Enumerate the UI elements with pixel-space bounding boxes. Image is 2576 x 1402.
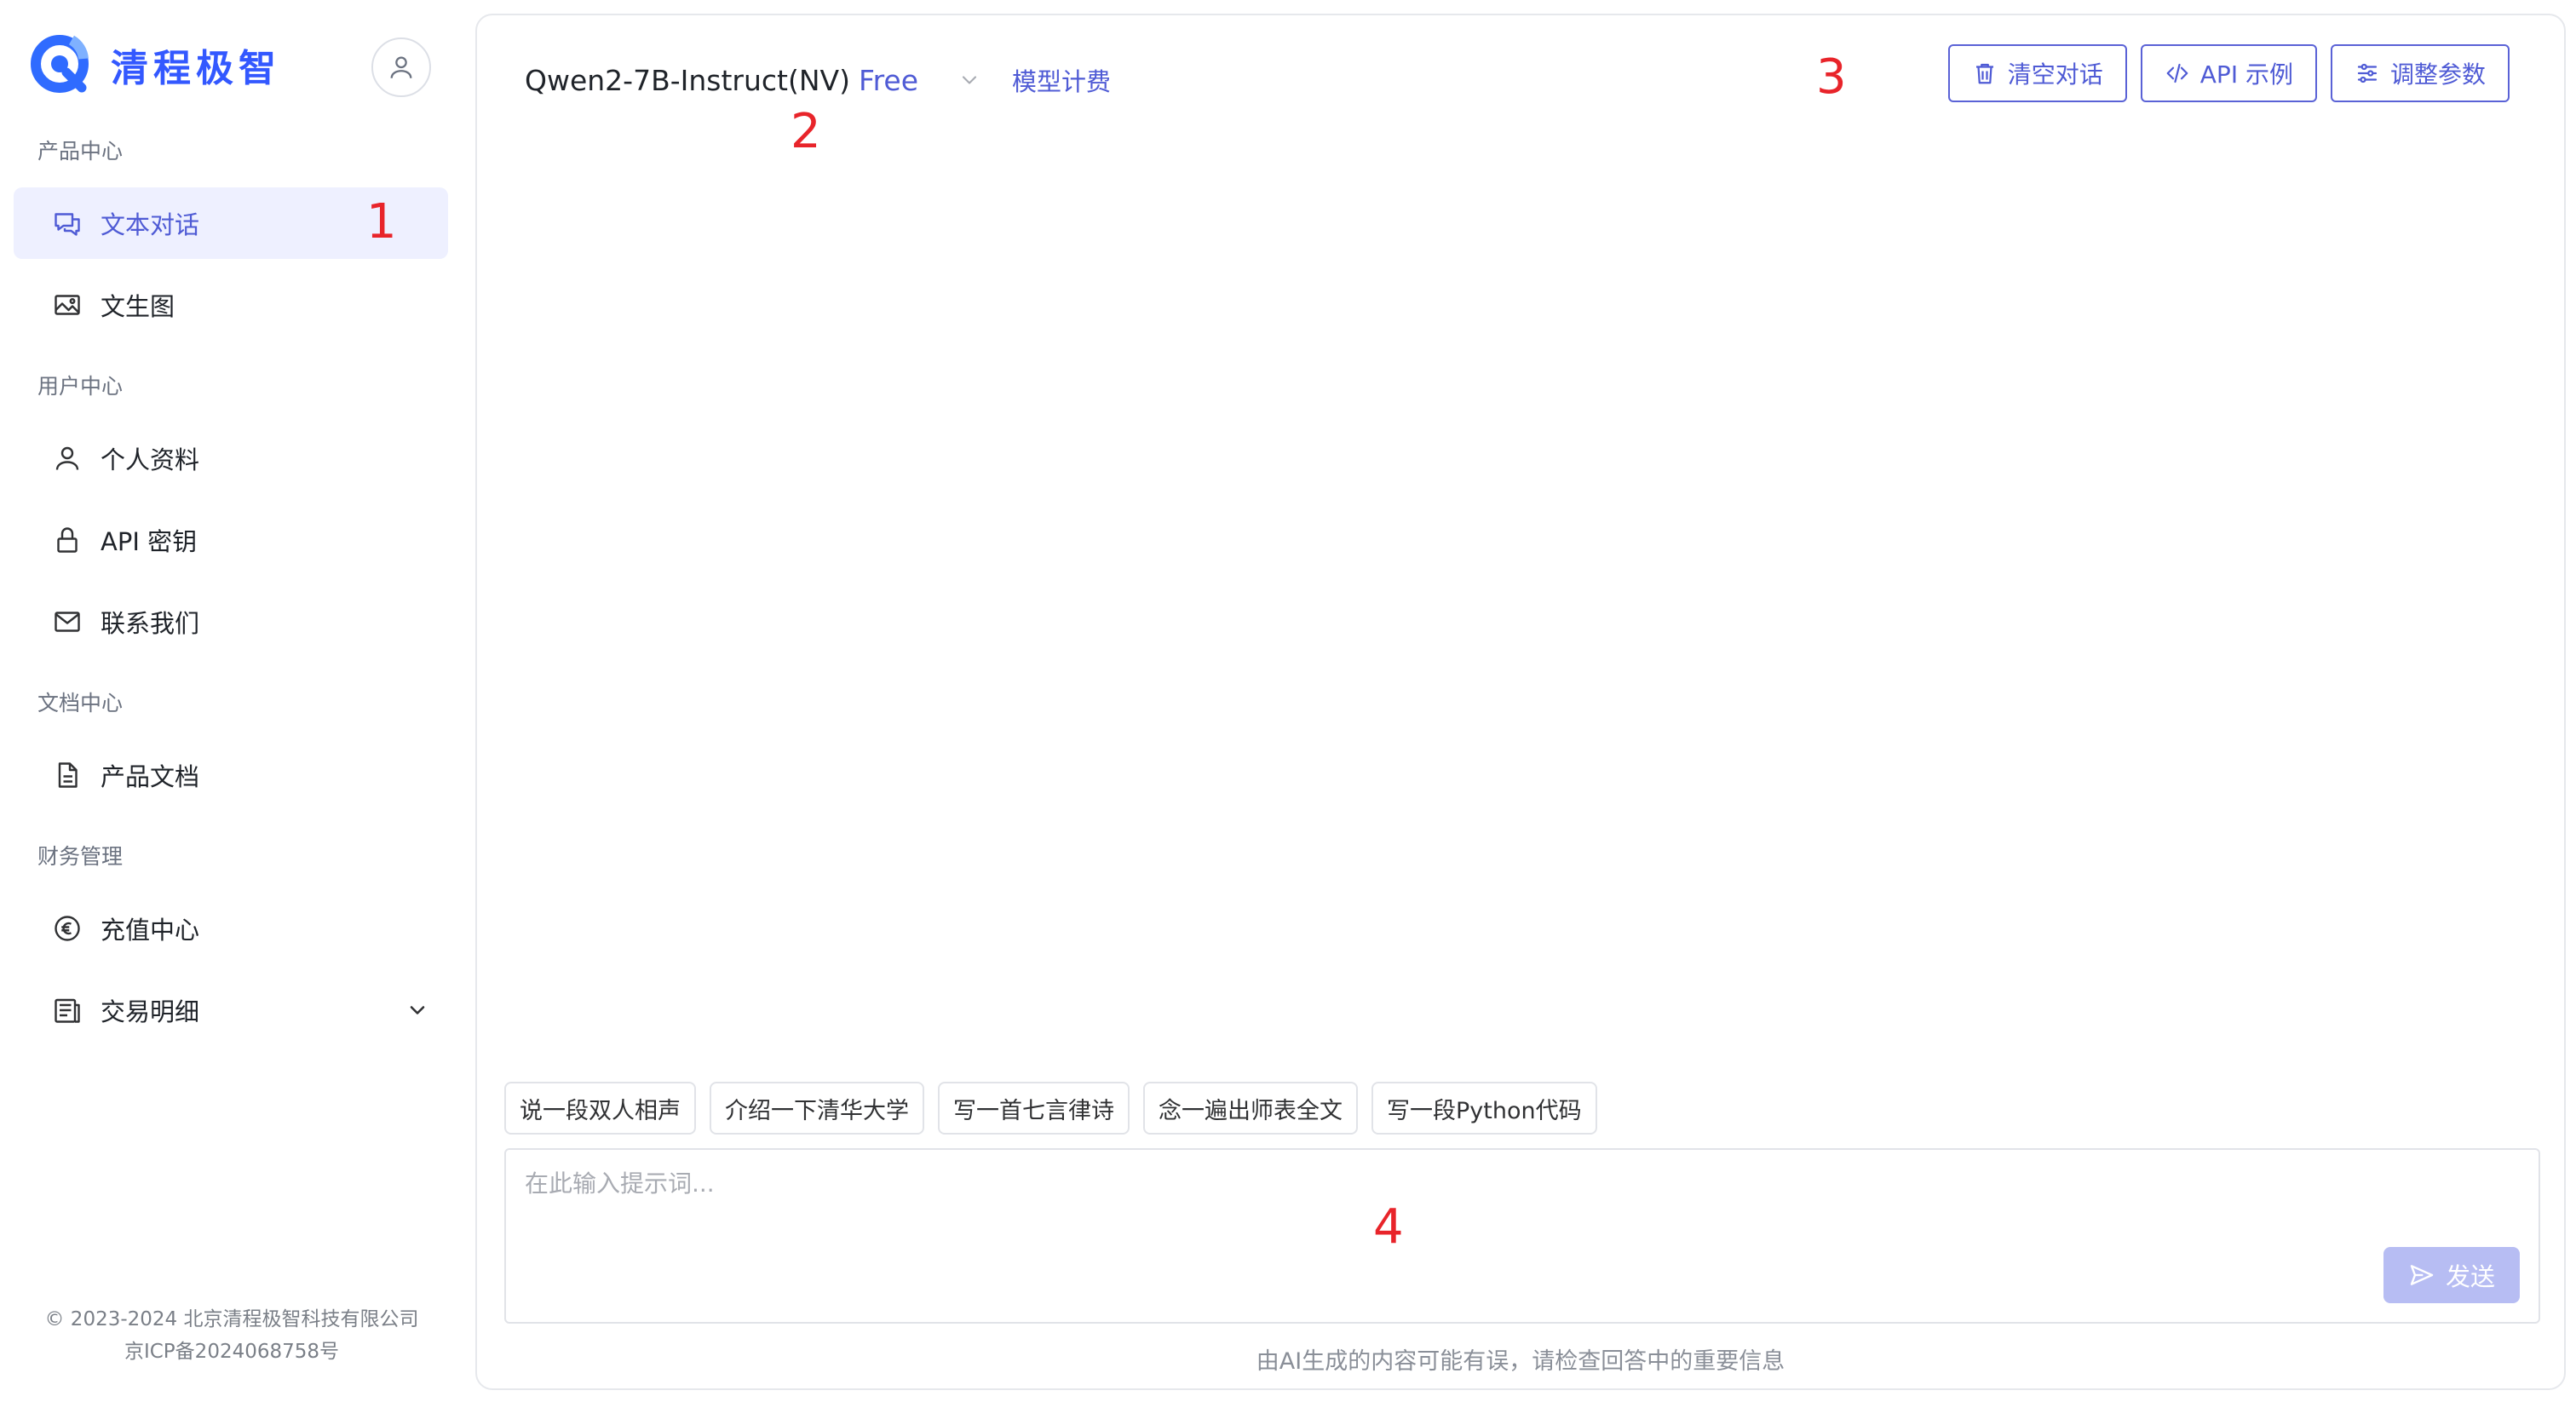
user-icon: [55, 446, 79, 470]
prompt-input[interactable]: [506, 1150, 2539, 1269]
code-icon: [2166, 63, 2188, 83]
sidebar-item-contact[interactable]: 联系我们: [14, 586, 448, 658]
sidebar-item-label: 文生图: [101, 292, 175, 321]
app-window: 清程极智 产品中心 文本对话 文生图 用户中心 个人资料 API 密钥 联系我们…: [0, 0, 2576, 1402]
mail-icon: [55, 612, 80, 632]
api-example-label: API 示例: [2199, 60, 2293, 89]
sidebar-item-recharge[interactable]: 充值中心: [14, 893, 448, 964]
send-label: 发送: [2445, 1262, 2495, 1291]
chat-panel: Qwen2-7B-Instruct(NV) Free 模型计费 2 3 清空对话…: [475, 14, 2566, 1390]
section-title-product: 产品中心: [37, 139, 124, 164]
image-icon: [55, 295, 80, 315]
sidebar-item-label: 产品文档: [101, 762, 200, 791]
sidebar-item-profile[interactable]: 个人资料: [14, 422, 448, 494]
sidebar-item-product-docs[interactable]: 产品文档: [14, 739, 448, 811]
document-icon: [58, 762, 78, 788]
model-pricing-link[interactable]: 模型计费: [1012, 62, 1111, 98]
euro-icon: [55, 916, 80, 941]
lock-icon: [57, 527, 78, 553]
sidebar-item-transactions[interactable]: 交易明细: [14, 974, 448, 1046]
brand-name: 清程极智: [111, 47, 281, 90]
sidebar-item-label: 交易明细: [101, 997, 200, 1026]
user-icon: [390, 56, 412, 78]
footer-copyright: © 2023-2024 北京清程极智科技有限公司 京ICP备2024068758…: [0, 1303, 463, 1368]
model-selector[interactable]: Qwen2-7B-Instruct(NV) Free 模型计费: [525, 56, 1111, 104]
section-title-user: 用户中心: [37, 374, 124, 399]
model-tag-free: Free: [858, 63, 919, 97]
sidebar-item-label: 充值中心: [101, 916, 200, 945]
sliders-icon: [2357, 63, 2378, 83]
clear-chat-button[interactable]: 清空对话: [1947, 44, 2127, 102]
annotation-2: 2: [791, 104, 821, 159]
adjust-params-button[interactable]: 调整参数: [2330, 44, 2510, 102]
send-button[interactable]: 发送: [2383, 1247, 2520, 1303]
trash-icon: [1975, 63, 1993, 84]
suggestion-chip[interactable]: 说一段双人相声: [504, 1082, 696, 1135]
annotation-1: 1: [366, 194, 397, 250]
section-title-finance: 财务管理: [37, 844, 124, 869]
suggestion-chip[interactable]: 写一首七言律诗: [938, 1082, 1130, 1135]
chevron-down-icon[interactable]: [405, 998, 429, 1022]
suggestion-chip[interactable]: 念一遍出师表全文: [1143, 1082, 1358, 1135]
model-name: Qwen2-7B-Instruct(NV): [525, 63, 850, 97]
adjust-params-label: 调整参数: [2389, 60, 2486, 89]
chevron-down-icon[interactable]: [957, 68, 981, 92]
suggestion-chip[interactable]: 介绍一下清华大学: [710, 1082, 924, 1135]
copyright-text: © 2023-2024 北京清程极智科技有限公司: [44, 1308, 419, 1330]
chat-toolbar: 清空对话 API 示例 调整参数: [1947, 44, 2510, 102]
icp-text: 京ICP备2024068758号: [124, 1341, 340, 1363]
api-example-button[interactable]: API 示例: [2140, 44, 2317, 102]
sidebar-item-text-to-image[interactable]: 文生图: [14, 269, 448, 341]
sidebar-item-label: 联系我们: [101, 609, 200, 638]
send-icon: [2410, 1265, 2434, 1285]
sidebar-item-label: 文本对话: [101, 210, 200, 239]
brand[interactable]: 清程极智: [29, 31, 281, 99]
sidebar-item-label: API 密钥: [101, 527, 198, 556]
clear-chat-label: 清空对话: [2007, 60, 2103, 89]
user-avatar-button[interactable]: [371, 37, 431, 97]
ledger-icon: [55, 998, 80, 1023]
ai-disclaimer: 由AI生成的内容可能有误，请检查回答中的重要信息: [1256, 1348, 1785, 1375]
suggestion-chip[interactable]: 写一段Python代码: [1371, 1082, 1597, 1135]
suggestion-chips: 说一段双人相声 介绍一下清华大学 写一首七言律诗 念一遍出师表全文 写一段Pyt…: [504, 1082, 1597, 1135]
section-title-docs: 文档中心: [37, 691, 124, 715]
prompt-input-box: 4 发送: [504, 1148, 2540, 1324]
chat-icon: [55, 213, 80, 236]
annotation-3: 3: [1816, 49, 1847, 105]
sidebar-item-api-key[interactable]: API 密钥: [14, 504, 448, 576]
logo-icon: [31, 35, 89, 93]
sidebar-item-label: 个人资料: [101, 445, 200, 474]
annotation-4: 4: [1373, 1199, 1404, 1255]
